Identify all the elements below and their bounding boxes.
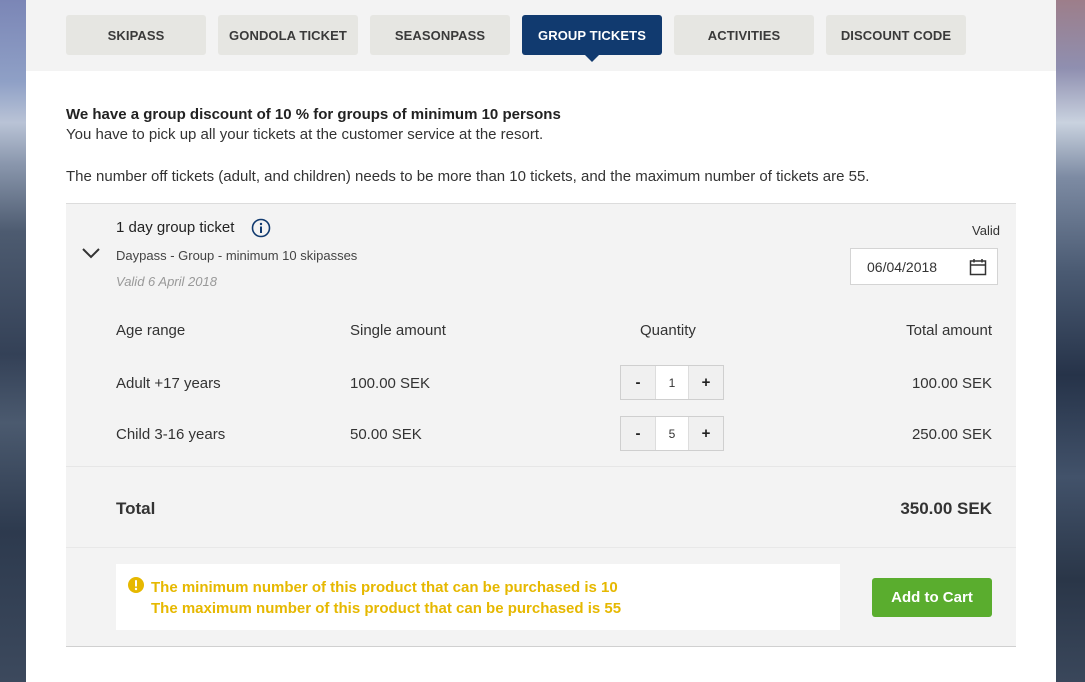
background-mountain-right <box>1056 0 1085 682</box>
quantity-stepper-adult: - 1 + <box>620 365 724 400</box>
page-panel: SKIPASS GONDOLA TICKET SEASONPASS GROUP … <box>26 0 1056 682</box>
tab-group-tickets[interactable]: GROUP TICKETS <box>522 15 662 62</box>
warning-min: The minimum number of this product that … <box>151 579 618 596</box>
ticket-count-info: The number off tickets (adult, and child… <box>66 168 870 185</box>
header-total-amount: Total amount <box>906 322 992 339</box>
group-discount-heading: We have a group discount of 10 % for gro… <box>66 106 561 123</box>
total-row: Total 350.00 SEK <box>66 467 1016 547</box>
row-total-child: 250.00 SEK <box>911 426 992 443</box>
header-single-amount: Single amount <box>350 322 446 339</box>
ticket-tabbar: SKIPASS GONDOLA TICKET SEASONPASS GROUP … <box>26 0 1056 71</box>
quantity-value[interactable]: 1 <box>655 366 689 399</box>
chevron-down-icon[interactable] <box>80 246 102 260</box>
pricing-table: Age range Single amount Quantity Total a… <box>66 303 1016 466</box>
tab-skipass[interactable]: SKIPASS <box>66 15 206 55</box>
product-name: 1 day group ticket <box>116 219 235 236</box>
tab-gondola-ticket[interactable]: GONDOLA TICKET <box>218 15 358 55</box>
date-picker[interactable]: 06/04/2018 <box>850 248 998 285</box>
background-mountain-left <box>0 0 26 682</box>
increment-button[interactable]: + <box>689 366 723 399</box>
add-to-cart-button[interactable]: Add to Cart <box>872 578 992 617</box>
row-single-child: 50.00 SEK <box>350 426 422 443</box>
total-value: 350.00 SEK <box>900 499 992 518</box>
cart-footer: The minimum number of this product that … <box>66 548 1016 646</box>
warning-text: The minimum number of this product that … <box>151 577 621 619</box>
calendar-icon[interactable] <box>969 258 987 276</box>
valid-label: Valid <box>972 223 1000 238</box>
product-header: 1 day group ticket Daypass - Group - min… <box>66 204 1016 302</box>
warning-max: The maximum number of this product that … <box>151 600 622 617</box>
increment-button[interactable]: + <box>689 417 723 450</box>
decrement-button[interactable]: - <box>621 366 655 399</box>
date-value: 06/04/2018 <box>867 259 938 275</box>
product-valid-text: Valid 6 April 2018 <box>116 274 217 289</box>
product-description: Daypass - Group - minimum 10 skipasses <box>116 248 358 263</box>
total-label: Total <box>116 499 156 518</box>
pickup-info: You have to pick up all your tickets at … <box>66 126 544 143</box>
header-age-range: Age range <box>116 322 186 339</box>
decrement-button[interactable]: - <box>621 417 655 450</box>
tab-activities[interactable]: ACTIVITIES <box>674 15 814 55</box>
row-single-adult: 100.00 SEK <box>350 375 431 392</box>
quantity-value[interactable]: 5 <box>655 417 689 450</box>
tab-discount-code[interactable]: DISCOUNT CODE <box>826 15 966 55</box>
purchase-limit-warning: The minimum number of this product that … <box>116 564 840 630</box>
product-card: 1 day group ticket Daypass - Group - min… <box>66 203 1016 647</box>
tab-seasonpass[interactable]: SEASONPASS <box>370 15 510 55</box>
row-total-adult: 100.00 SEK <box>911 375 992 392</box>
quantity-stepper-child: - 5 + <box>620 416 724 451</box>
header-quantity: Quantity <box>640 322 696 339</box>
intro-text: We have a group discount of 10 % for gro… <box>66 105 1026 187</box>
info-icon[interactable] <box>251 218 271 238</box>
row-age-child: Child 3-16 years <box>116 426 226 443</box>
warning-icon <box>128 577 144 593</box>
row-age-adult: Adult +17 years <box>116 375 221 392</box>
